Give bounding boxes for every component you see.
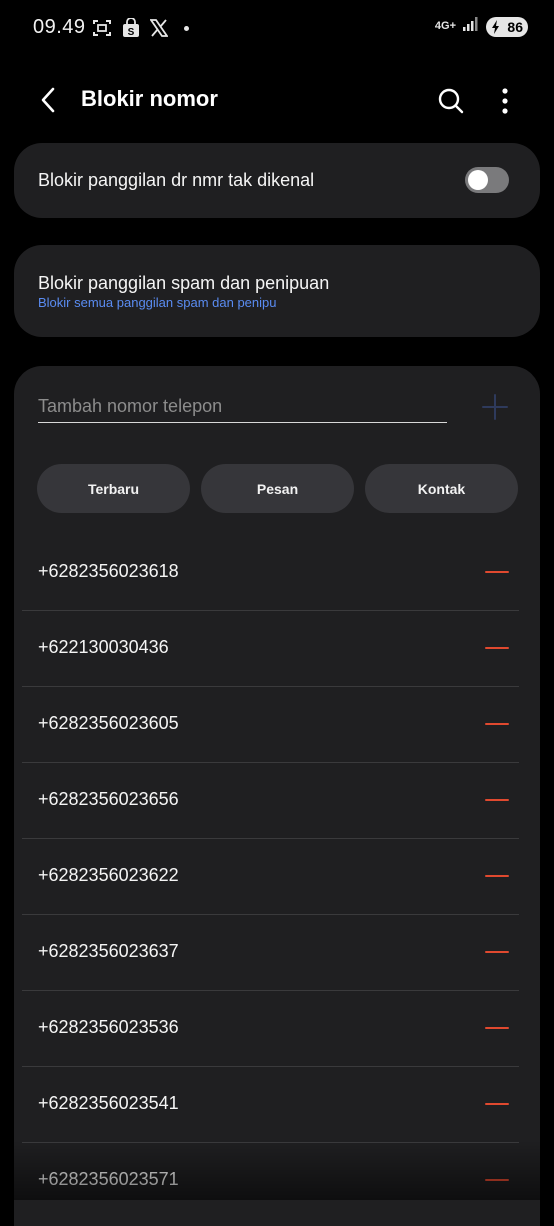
remove-number-button[interactable] [482,557,512,587]
svg-text:S: S [128,27,135,38]
minus-icon [485,875,509,877]
phone-number: +6282356023618 [38,561,179,581]
add-source-chips: Terbaru Pesan Kontak [37,464,518,513]
notification-icons: S [92,18,189,38]
system-icons: 4G+ 86 [435,16,528,37]
phone-number: +622130030436 [38,637,169,657]
remove-number-button[interactable] [482,937,512,967]
recent-chip[interactable]: Terbaru [37,464,190,513]
plus-icon [482,394,508,420]
messages-chip[interactable]: Pesan [201,464,354,513]
battery-level: 86 [507,18,523,35]
status-time: 09.49 [33,16,86,38]
block-unknown-label: Blokir panggilan dr nmr tak dikenal [38,170,315,190]
remove-number-button[interactable] [482,1013,512,1043]
search-icon [438,88,464,114]
list-item: +6282356023571 [22,1143,519,1218]
contacts-chip[interactable]: Kontak [365,464,518,513]
list-item: +6282356023618 [22,535,519,611]
toggle-knob [468,170,488,190]
shop-icon: S [122,18,140,38]
page-title: Blokir nomor [81,86,218,111]
phone-number: +6282356023605 [38,713,179,733]
battery-icon: 86 [486,16,528,37]
remove-number-button[interactable] [482,861,512,891]
minus-icon [485,647,509,649]
minus-icon [485,1027,509,1029]
back-button[interactable] [30,82,66,118]
remove-number-button[interactable] [482,785,512,815]
phone-number: +6282356023656 [38,789,179,809]
signal-icon [462,16,480,37]
phone-number: +6282356023536 [38,1017,179,1037]
add-number-button[interactable] [480,392,510,422]
remove-number-button[interactable] [482,633,512,663]
block-unknown-setting[interactable]: Blokir panggilan dr nmr tak dikenal [14,143,540,218]
remove-number-button[interactable] [482,1165,512,1195]
list-item: +6282356023622 [22,839,519,915]
block-spam-title: Blokir panggilan spam dan penipuan [38,273,330,293]
list-item: +6282356023536 [22,991,519,1067]
block-unknown-toggle[interactable] [465,167,509,193]
minus-icon [485,799,509,801]
minus-icon [485,571,509,573]
phone-number: +6282356023571 [38,1169,179,1189]
block-spam-subtitle: Blokir semua panggilan spam dan penipu [38,295,277,310]
list-item: +6282356023656 [22,763,519,839]
list-item: +6282356023541 [22,1067,519,1143]
minus-icon [485,1179,509,1181]
screenshot-icon [92,19,112,37]
minus-icon [485,723,509,725]
phone-number: +6282356023637 [38,941,179,961]
add-number-input[interactable] [38,390,447,423]
x-icon [150,19,168,37]
notification-dot [184,25,189,31]
app-header: Blokir nomor [0,72,554,128]
remove-number-button[interactable] [482,709,512,739]
search-button[interactable] [432,82,470,120]
list-item: +6282356023605 [22,687,519,763]
minus-icon [485,951,509,953]
blocked-number-list: +6282356023618 +622130030436 +6282356023… [22,535,519,1218]
minus-icon [485,1103,509,1105]
status-bar: 09.49 S 4G+ 86 [0,0,554,58]
block-spam-setting[interactable]: Blokir panggilan spam dan penipuan Bloki… [14,245,540,337]
more-options-button[interactable] [490,82,520,120]
phone-number: +6282356023622 [38,865,179,885]
back-arrow-icon [41,87,55,113]
remove-number-button[interactable] [482,1089,512,1119]
list-item: +6282356023637 [22,915,519,991]
more-vertical-icon [502,88,508,114]
phone-number: +6282356023541 [38,1093,179,1113]
list-item: +622130030436 [22,611,519,687]
blocked-numbers-card: Terbaru Pesan Kontak +6282356023618 +622… [14,366,540,1226]
network-type-label: 4G+ [434,20,456,32]
